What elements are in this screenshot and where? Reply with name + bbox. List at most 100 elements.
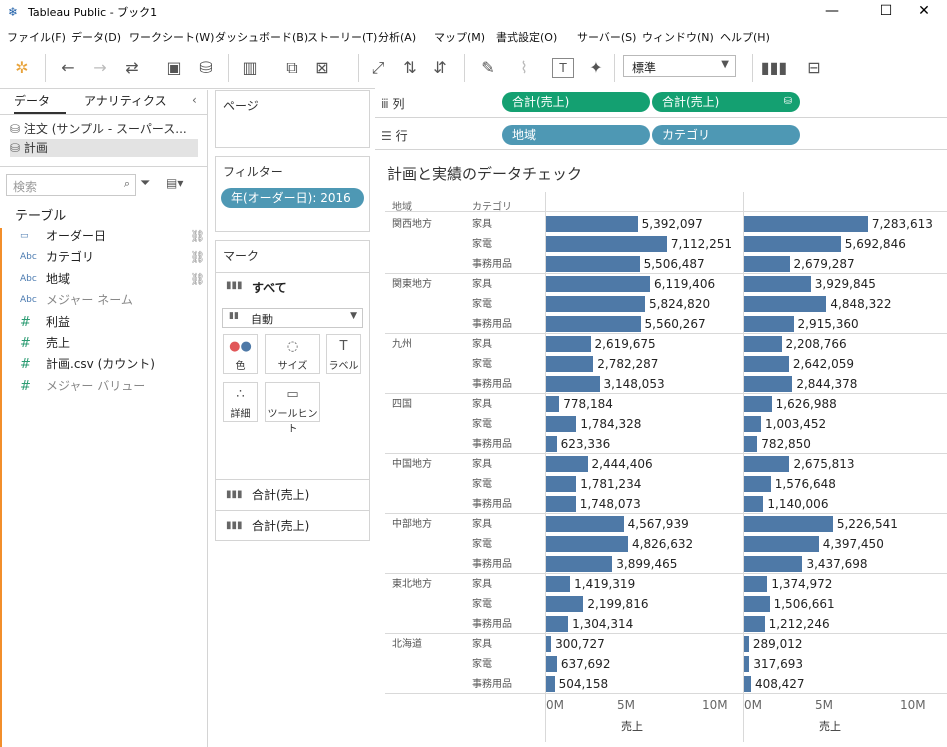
bar[interactable] xyxy=(546,576,571,592)
tooltip-button[interactable]: ▭ ツールヒント xyxy=(265,382,320,435)
bar[interactable] xyxy=(744,276,811,292)
row-pill-category[interactable]: カテゴリ xyxy=(652,125,800,145)
bar[interactable] xyxy=(546,536,629,552)
show-mark-labels-icon[interactable]: T xyxy=(552,58,574,78)
field-item[interactable]: Abc 地域 ⛓ xyxy=(0,269,207,290)
detail-button[interactable]: ∴ 詳細 xyxy=(223,382,258,422)
field-item[interactable]: ▭ オーダー日 ⛓ xyxy=(0,226,207,247)
bar[interactable] xyxy=(744,636,749,652)
sort-ascending-icon[interactable]: ⇅ xyxy=(396,55,424,81)
highlight-icon[interactable]: ✎ xyxy=(474,55,502,81)
group-members-icon[interactable]: ⌇ xyxy=(510,55,538,81)
bar[interactable] xyxy=(744,556,803,572)
show-me-icon[interactable]: ▮▮▮ xyxy=(760,55,788,81)
menu-item[interactable]: サーバー(S) xyxy=(577,29,636,45)
columns-shelf[interactable]: ⅲ 列 合計(売上) 合計(売上) ⛁ xyxy=(375,88,947,118)
field-item[interactable]: # 売上 xyxy=(0,333,207,354)
bar[interactable] xyxy=(744,436,758,452)
bar[interactable] xyxy=(744,236,841,252)
field-item[interactable]: # メジャー バリュー xyxy=(0,376,207,397)
bar[interactable] xyxy=(546,656,557,672)
sort-descending-icon[interactable]: ⇵ xyxy=(426,55,454,81)
bar[interactable] xyxy=(744,216,868,232)
menu-item[interactable]: ストーリー(T) xyxy=(307,29,377,45)
bar[interactable] xyxy=(744,656,750,672)
bar[interactable] xyxy=(546,256,640,272)
bar[interactable] xyxy=(744,316,794,332)
tab-analytics[interactable]: アナリティクス xyxy=(84,90,167,114)
replay-icon[interactable]: ⇄ xyxy=(118,55,146,81)
menu-item[interactable]: ダッシュボード(B) xyxy=(215,29,308,45)
bar[interactable] xyxy=(546,556,613,572)
size-button[interactable]: ◌ サイズ xyxy=(265,334,320,374)
marks-measure-row[interactable]: ▮▮▮ 合計(売上) xyxy=(216,479,369,509)
bar[interactable] xyxy=(546,236,667,252)
filter-pill-order-year[interactable]: 年(オーダー日): 2016 xyxy=(221,188,364,208)
menu-item[interactable]: 分析(A) xyxy=(378,29,416,45)
column-pill-sum-sales[interactable]: 合計(売上) xyxy=(502,92,650,112)
bar[interactable] xyxy=(744,356,789,372)
bar[interactable] xyxy=(546,476,577,492)
bar[interactable] xyxy=(744,536,819,552)
mark-type-select[interactable]: ▮▮ 自動 ▼ xyxy=(222,308,363,328)
filter-icon[interactable]: ⏷ xyxy=(140,176,150,191)
menu-item[interactable]: データ(D) xyxy=(71,29,121,45)
bar[interactable] xyxy=(744,456,790,472)
marks-all-row[interactable]: ▮▮▮ すべて xyxy=(216,272,369,302)
bar[interactable] xyxy=(744,576,768,592)
menu-item[interactable]: マップ(M) xyxy=(434,29,485,45)
tableau-home-icon[interactable]: ✲ xyxy=(8,55,36,81)
bar[interactable] xyxy=(744,516,833,532)
save-icon[interactable]: ▣ xyxy=(160,55,188,81)
bar[interactable] xyxy=(546,456,588,472)
bar[interactable] xyxy=(546,416,577,432)
bar[interactable] xyxy=(744,416,762,432)
bar[interactable] xyxy=(744,256,790,272)
search-input[interactable]: 検索 ⌕ xyxy=(6,174,136,196)
minimize-button[interactable]: — xyxy=(809,0,855,24)
collapse-pane-icon[interactable]: ‹ xyxy=(192,93,197,107)
bar[interactable] xyxy=(744,616,765,632)
label-button[interactable]: T ラベル xyxy=(326,334,361,374)
menu-item[interactable]: ファイル(F) xyxy=(7,29,66,45)
bar[interactable] xyxy=(744,396,772,412)
fit-select[interactable]: 標準 ▼ xyxy=(623,55,736,77)
swap-rows-columns-icon[interactable]: ⤢ xyxy=(364,55,392,81)
bar[interactable] xyxy=(546,676,555,692)
field-item[interactable]: # 計画.csv (カウント) xyxy=(0,354,207,375)
field-item[interactable]: # 利益 xyxy=(0,312,207,333)
field-item[interactable]: Abc メジャー ネーム xyxy=(0,290,207,311)
column-pill-sum-sales[interactable]: 合計(売上) ⛁ xyxy=(652,92,800,112)
bar[interactable] xyxy=(546,356,594,372)
bar[interactable] xyxy=(546,216,638,232)
close-button[interactable]: ✕ xyxy=(901,0,947,24)
bar[interactable] xyxy=(546,616,569,632)
bar[interactable] xyxy=(546,396,560,412)
view-options-icon[interactable]: ▤▾ xyxy=(166,176,183,190)
clear-sheet-icon[interactable]: ⊠ xyxy=(308,55,336,81)
color-button[interactable]: ●● 色 xyxy=(223,334,258,374)
bar[interactable] xyxy=(546,376,600,392)
pages-card[interactable]: ページ xyxy=(215,90,370,148)
bar[interactable] xyxy=(744,596,770,612)
new-worksheet-icon[interactable]: ▥ xyxy=(236,55,264,81)
duplicate-sheet-icon[interactable]: ⧉ xyxy=(278,55,306,81)
field-item[interactable]: Abc カテゴリ ⛓ xyxy=(0,247,207,268)
filters-card[interactable]: フィルター 年(オーダー日): 2016 xyxy=(215,156,370,232)
bar[interactable] xyxy=(546,636,552,652)
bar[interactable] xyxy=(546,296,646,312)
bar[interactable] xyxy=(546,436,557,452)
undo-icon[interactable]: ← xyxy=(54,55,82,81)
bar[interactable] xyxy=(744,476,771,492)
tab-data[interactable]: データ xyxy=(14,90,66,114)
menu-item[interactable]: 書式設定(O) xyxy=(496,29,557,45)
row-pill-region[interactable]: 地域 xyxy=(502,125,650,145)
presentation-mode-icon[interactable]: ⊟ xyxy=(800,55,828,81)
bar[interactable] xyxy=(744,296,827,312)
bar[interactable] xyxy=(744,676,751,692)
bar[interactable] xyxy=(546,596,584,612)
menu-item[interactable]: ヘルプ(H) xyxy=(720,29,770,45)
bar[interactable] xyxy=(546,496,576,512)
bar[interactable] xyxy=(546,276,651,292)
datasource-plan[interactable]: ⛁ 計画 xyxy=(10,139,198,157)
